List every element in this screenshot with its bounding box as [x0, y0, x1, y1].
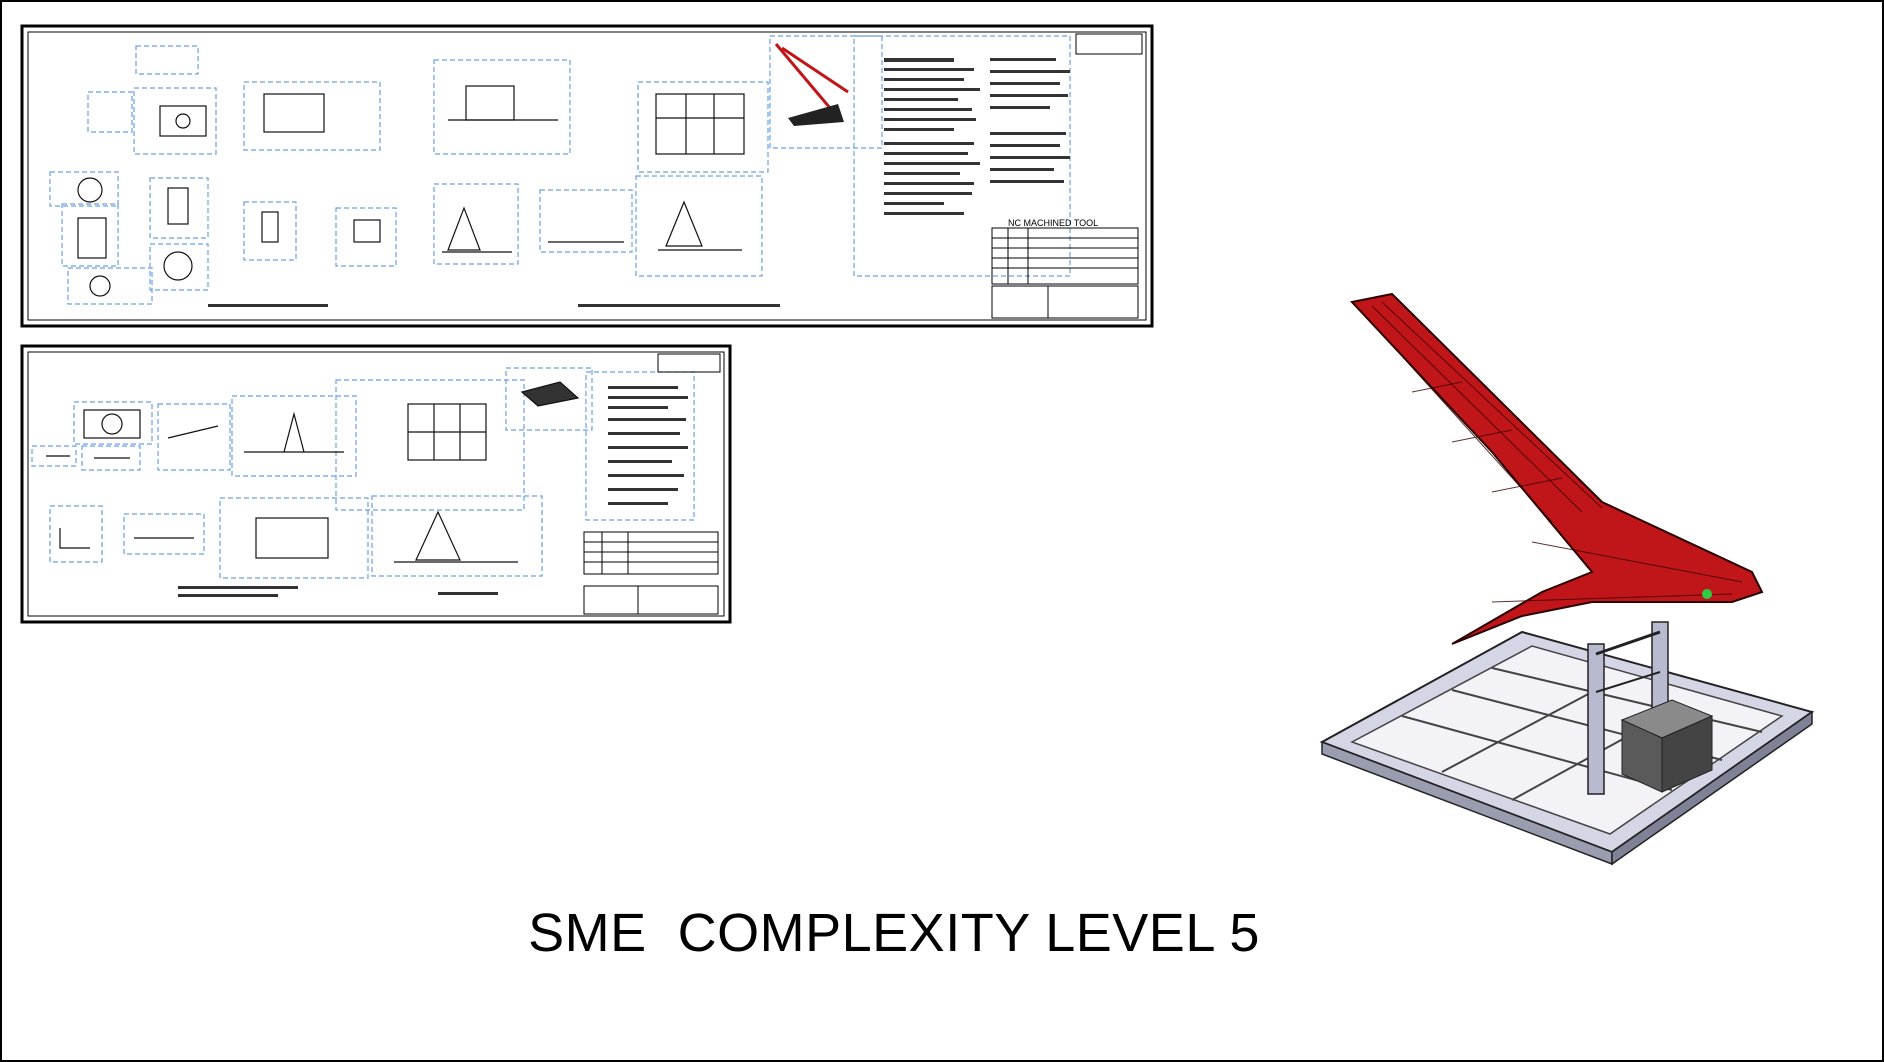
engineering-drawing-sheet-2	[20, 344, 732, 624]
engineering-drawing-sheet-1: NC MACHINED TOOL	[20, 24, 1154, 328]
slide-caption: SME COMPLEXITY LEVEL 5	[528, 903, 1260, 963]
fixture-base	[1319, 621, 1815, 866]
wing-fixture-3d-model	[1319, 292, 1815, 866]
wing-part	[1350, 292, 1764, 645]
drawing-callout: NC MACHINED TOOL	[1008, 218, 1098, 228]
slide: NC MACHINED TOOL SME COMPLEXITY LEVEL 5	[0, 0, 1884, 1062]
